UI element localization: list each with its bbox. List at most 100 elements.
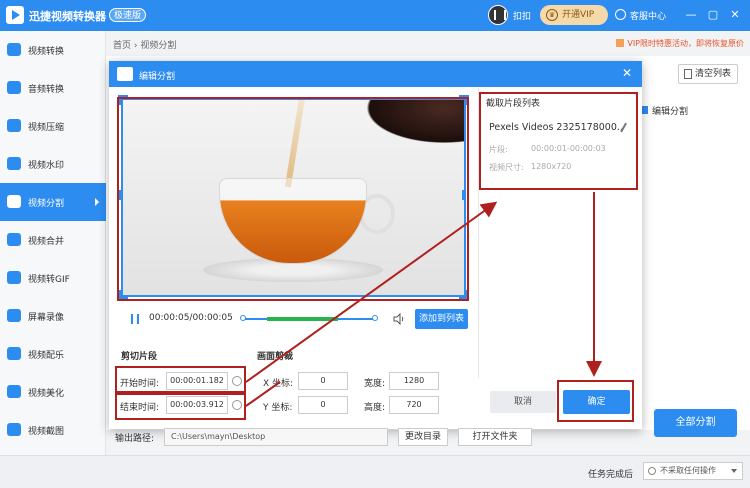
video-merge-icon (7, 233, 21, 246)
breadcrumb-current: 视频分割 (140, 41, 177, 51)
timeline-selection[interactable] (267, 317, 338, 321)
video-split-icon (7, 195, 21, 208)
sidebar-item-label: 视频压缩 (28, 123, 65, 133)
bottom-bar (0, 455, 750, 488)
task-action-value: 不采取任何操作 (660, 466, 716, 475)
minimize-icon[interactable]: — (682, 6, 700, 24)
video-edit-icon (117, 67, 133, 81)
volume-icon[interactable] (393, 313, 405, 325)
y-coord-label: Y 坐标: (263, 403, 293, 413)
height-input[interactable]: 720 (389, 396, 439, 414)
dialog-header: 编辑分割 ✕ (109, 61, 642, 87)
sidebar-item-video-watermark[interactable]: 视频水印 (0, 145, 106, 183)
app-logo-icon (6, 6, 24, 24)
width-input[interactable]: 1280 (389, 372, 439, 390)
edit-split-tag[interactable]: 编辑分割 (640, 104, 688, 117)
sidebar-item-label: 视频美化 (28, 389, 65, 399)
sidebar-item-video-merge[interactable]: 视频合并 (0, 221, 106, 259)
radio-icon (648, 467, 656, 475)
open-folder-button[interactable]: 打开文件夹 (458, 428, 532, 446)
timeline-end-knob[interactable] (372, 315, 378, 321)
output-path-row: 输出路径: C:\Users\mayn\Desktop 更改目录 打开文件夹 (115, 428, 535, 446)
timecode: 00:00:05/00:00:05 (149, 313, 233, 323)
promo-text: VIP限时特惠活动，即将恢复原价 (627, 39, 744, 48)
annotation-box-start-time (115, 366, 246, 393)
timeline-track[interactable] (240, 315, 378, 321)
close-icon[interactable]: ✕ (726, 6, 744, 24)
split-all-button[interactable]: 全部分割 (654, 409, 737, 437)
sidebar-item-video-convert[interactable]: 视频转换 (0, 31, 106, 69)
sidebar-item-label: 视频分割 (28, 199, 65, 209)
sidebar-item-video-music[interactable]: 视频配乐 (0, 335, 106, 373)
sidebar-item-video-screenshot[interactable]: 视频截图 (0, 411, 106, 449)
dialog-title: 编辑分割 (139, 72, 176, 82)
x-coord-input[interactable]: 0 (298, 372, 348, 390)
crop-section-title: 画面剪裁 (257, 352, 294, 362)
annotation-box-clip-list (479, 92, 638, 190)
sidebar-item-label: 视频配乐 (28, 351, 65, 361)
video-compress-icon (7, 119, 21, 132)
sidebar-item-audio-convert[interactable]: 音频转换 (0, 69, 106, 107)
open-vip-label: 开通VIP (562, 10, 595, 20)
clear-list-label: 清空列表 (694, 69, 731, 79)
sidebar-item-label: 视频转换 (28, 47, 65, 57)
sidebar-item-label: 视频转GIF (28, 275, 70, 285)
video-watermark-icon (7, 157, 21, 170)
add-to-list-button[interactable]: 添加到列表 (415, 309, 468, 329)
dialog-close-icon[interactable]: ✕ (620, 66, 634, 80)
beautify-icon (7, 385, 21, 398)
audio-convert-icon (7, 81, 21, 94)
breadcrumb-separator: › (133, 41, 138, 51)
chevron-right-icon (95, 198, 99, 206)
gif-icon (7, 271, 21, 284)
breadcrumb-home[interactable]: 首页 (113, 41, 131, 51)
crown-icon: ♛ (546, 9, 558, 21)
edition-badge: 极速版 (109, 8, 147, 22)
timeline-start-knob[interactable] (240, 315, 246, 321)
avatar[interactable] (488, 5, 508, 25)
cancel-button[interactable]: 取消 (490, 391, 556, 413)
height-label: 高度: (364, 403, 386, 413)
y-coord-input[interactable]: 0 (298, 396, 348, 414)
sidebar-item-label: 视频合并 (28, 237, 65, 247)
edit-split-label: 编辑分割 (652, 107, 689, 117)
sidebar-item-label: 音频转换 (28, 85, 65, 95)
clear-list-button[interactable]: 清空列表 (678, 64, 738, 84)
x-coord-label: X 坐标: (263, 379, 294, 389)
task-complete-label: 任务完成后 (588, 470, 634, 480)
sidebar-item-video-beautify[interactable]: 视频美化 (0, 373, 106, 411)
sidebar-item-screen-record[interactable]: 屏幕录像 (0, 297, 106, 335)
output-path-label: 输出路径: (115, 434, 155, 444)
sidebar-item-label: 视频截图 (28, 427, 65, 437)
open-vip-button[interactable]: ♛ 开通VIP (540, 5, 608, 25)
trash-icon (684, 69, 692, 79)
breadcrumb: 首页 › 视频分割 (113, 38, 176, 51)
video-convert-icon (7, 43, 21, 56)
sidebar-item-video-split[interactable]: 视频分割 (0, 183, 106, 221)
sidebar-item-label: 视频水印 (28, 161, 65, 171)
chevron-down-icon (731, 469, 737, 473)
title-bar: 迅捷视频转换器 极速版 扣扣 ♛ 开通VIP 客服中心 — ▢ ✕ (0, 0, 750, 31)
width-label: 宽度: (364, 379, 386, 389)
change-dir-button[interactable]: 更改目录 (398, 428, 448, 446)
sidebar-item-label: 屏幕录像 (28, 313, 65, 323)
app-title: 迅捷视频转换器 (29, 10, 106, 23)
restore-icon[interactable]: ▢ (704, 6, 722, 24)
promo-banner[interactable]: VIP限时特惠活动，即将恢复原价 (616, 38, 744, 49)
annotation-box-confirm (557, 380, 634, 422)
music-icon (7, 347, 21, 360)
pause-icon[interactable] (131, 314, 139, 324)
annotation-box-end-time (115, 393, 246, 420)
gift-icon (616, 39, 625, 47)
chat-icon[interactable] (615, 9, 626, 20)
service-center-link[interactable]: 客服中心 (630, 9, 666, 22)
signin-link[interactable]: 扣扣 (513, 9, 531, 22)
annotation-box-video (117, 97, 469, 301)
task-action-select[interactable]: 不采取任何操作 (643, 462, 743, 480)
playback-controls: 00:00:05/00:00:05 添加到列表 (121, 309, 471, 329)
screenshot-icon (7, 423, 21, 436)
screen-record-icon (7, 309, 21, 322)
output-path-input[interactable]: C:\Users\mayn\Desktop (164, 428, 388, 446)
sidebar-item-video-compress[interactable]: 视频压缩 (0, 107, 106, 145)
sidebar-item-video-to-gif[interactable]: 视频转GIF (0, 259, 106, 297)
